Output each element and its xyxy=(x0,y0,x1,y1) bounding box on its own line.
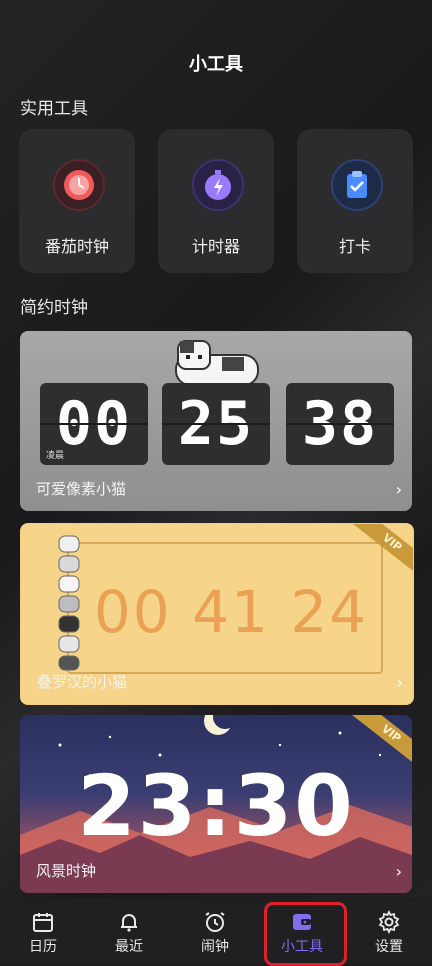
clock-card-label: 风景时钟 xyxy=(36,862,97,880)
flip-hours: 00 凌晨 xyxy=(40,383,148,465)
ampm-label: 凌晨 xyxy=(46,451,65,461)
tab-label: 日历 xyxy=(29,939,57,955)
clock-card-label: 叠罗汉的小猫 xyxy=(37,673,128,691)
clock-card-pixel-cat[interactable]: 00 凌晨 25 38 可爱像素小猫 › xyxy=(20,331,412,511)
clock-card-label: 可爱像素小猫 xyxy=(36,480,127,498)
tool-card-timer[interactable]: 计时器 xyxy=(158,129,274,273)
section-title-clocks: 简约时钟 xyxy=(20,298,88,318)
alarm-clock-icon xyxy=(205,912,225,932)
tab-alarm[interactable]: 闹钟 xyxy=(172,898,258,964)
flip-minutes: 25 xyxy=(162,383,270,465)
tab-recent[interactable]: 最近 xyxy=(86,898,172,964)
bottom-tab-bar: 日历 最近 闹钟 小工具 设置 xyxy=(0,898,432,964)
tool-card-tomato[interactable]: 番茄时钟 xyxy=(19,129,135,273)
tomato-clock-icon xyxy=(53,159,105,211)
active-tab-highlight xyxy=(264,902,347,966)
gear-icon xyxy=(378,910,400,934)
chevron-right-icon: › xyxy=(395,480,402,499)
page-title: 小工具 xyxy=(189,54,243,75)
tool-label: 计时器 xyxy=(191,237,240,256)
clock-time: 00 41 24 xyxy=(93,578,369,646)
minutes-value: 25 xyxy=(177,389,255,459)
flip-seconds: 38 xyxy=(286,383,394,465)
clock-time: 23:30 xyxy=(77,757,355,855)
tab-label: 闹钟 xyxy=(201,939,229,955)
chevron-right-icon: › xyxy=(396,673,403,692)
tool-label: 番茄时钟 xyxy=(44,237,109,256)
tool-card-checkin[interactable]: 打卡 xyxy=(297,129,413,273)
tab-settings[interactable]: 设置 xyxy=(346,898,432,964)
clock-card-stacked-cats[interactable]: 00 41 24 VIP 叠罗汉的小猫 › xyxy=(20,523,414,705)
section-title-tools: 实用工具 xyxy=(20,99,88,119)
calendar-icon xyxy=(33,913,53,932)
bell-icon xyxy=(121,914,137,932)
clipboard-check-icon xyxy=(331,159,383,211)
chevron-right-icon: › xyxy=(395,862,402,881)
clock-card-scenery[interactable]: 23:30 VIP 风景时钟 › xyxy=(20,715,412,893)
pixel-cat-illustration xyxy=(175,340,259,386)
tab-calendar[interactable]: 日历 xyxy=(0,898,86,964)
tab-label: 最近 xyxy=(115,939,143,955)
tab-label: 设置 xyxy=(375,939,403,955)
stopwatch-icon xyxy=(192,159,244,211)
hours-value: 00 xyxy=(55,389,133,459)
tool-label: 打卡 xyxy=(338,237,371,256)
seconds-value: 38 xyxy=(301,389,379,459)
stacked-cats-illustration xyxy=(58,535,80,671)
